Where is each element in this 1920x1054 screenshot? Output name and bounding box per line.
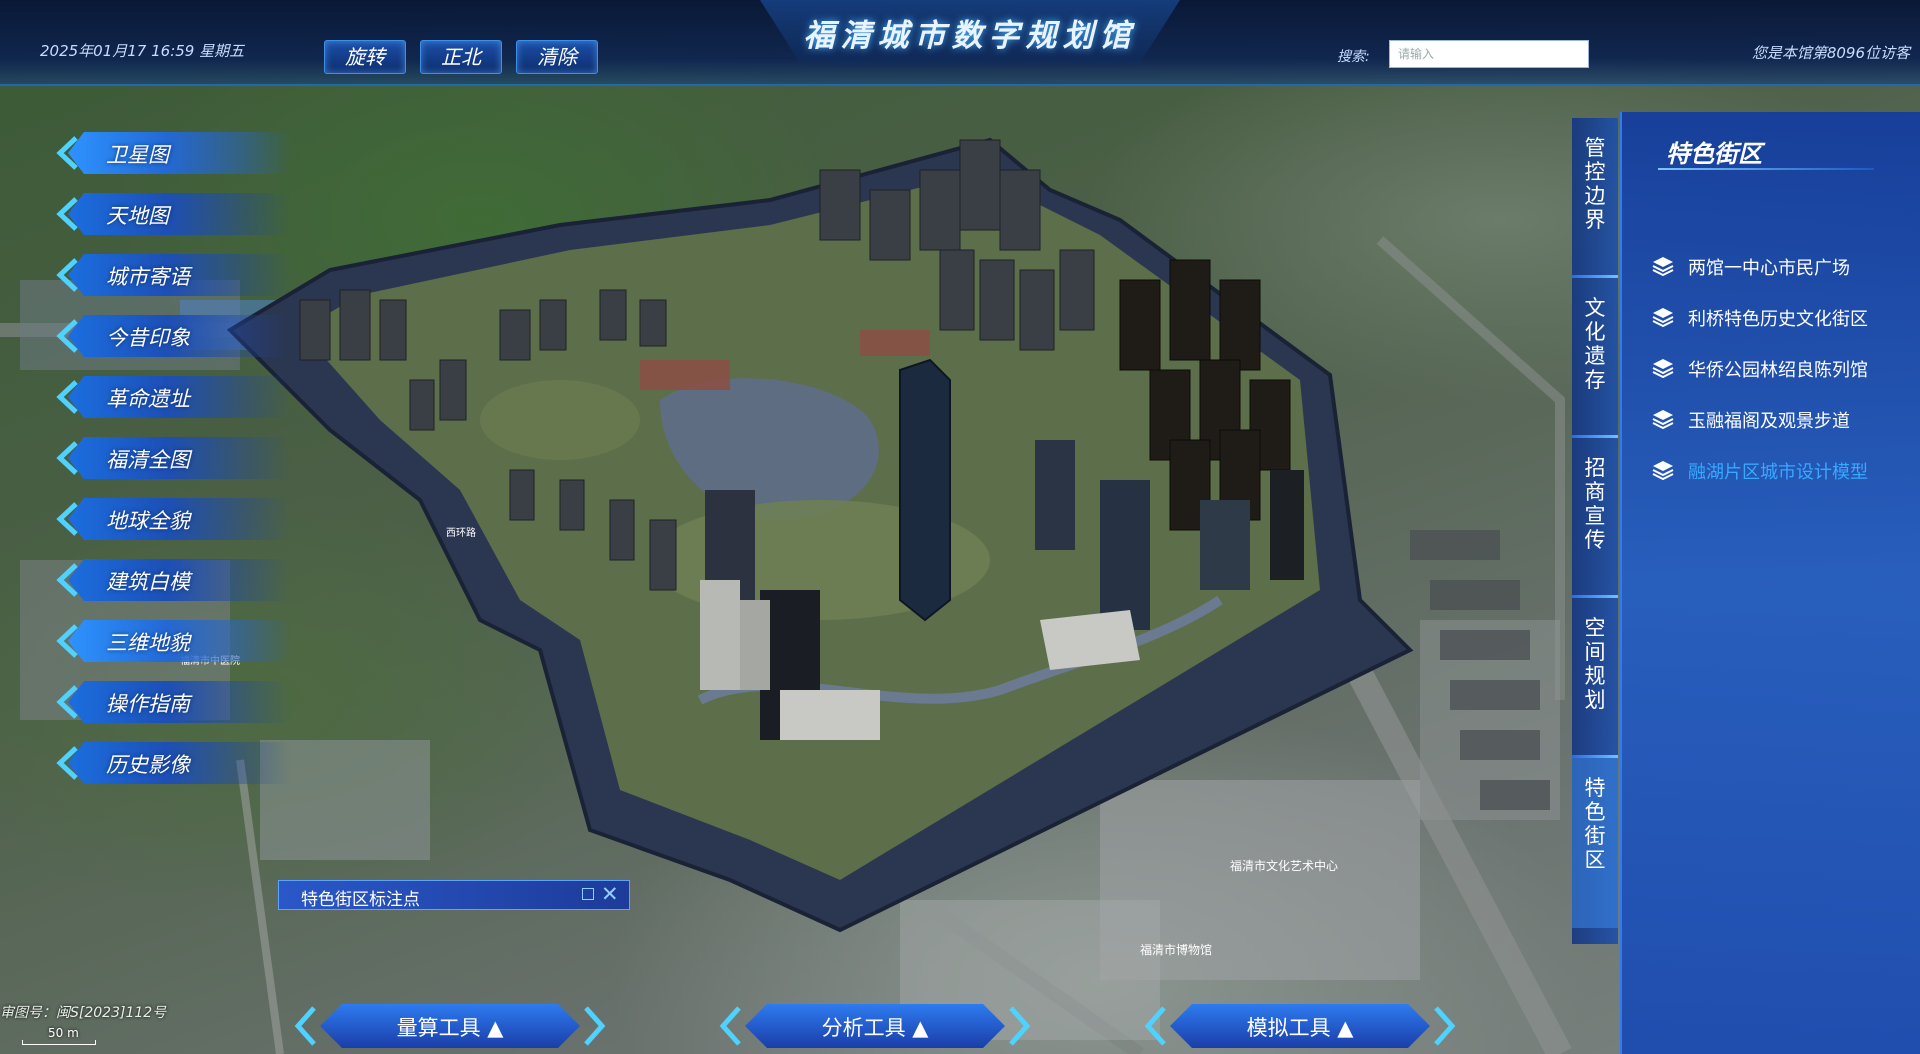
menu-item-history-images[interactable]: 历史影像 — [50, 740, 290, 786]
menu-item-label: 今昔印象 — [106, 326, 190, 350]
menu-item-label: 操作指南 — [106, 692, 190, 716]
menu-item-3d-terrain[interactable]: 三维地貌 — [50, 618, 290, 664]
chevron-left-icon — [56, 197, 78, 231]
rotate-button[interactable]: 旋转 — [324, 40, 406, 74]
chevron-left-icon — [56, 380, 78, 414]
chevron-left-icon — [56, 136, 78, 170]
search-input[interactable] — [1389, 40, 1589, 68]
tab-investment[interactable]: 招商宣传 — [1572, 438, 1618, 598]
layers-icon — [1652, 257, 1674, 276]
chevron-left-icon — [56, 685, 78, 719]
top-bar: 福清城市数字规划馆 2025年01月17 16:59 星期五 旋转 正北 清除 … — [0, 0, 1920, 86]
tab-label: 文化遗存 — [1584, 296, 1606, 392]
chevron-left-icon — [56, 563, 78, 597]
tab-control-boundary[interactable]: 管控边界 — [1572, 118, 1618, 278]
layers-icon — [1652, 410, 1674, 429]
map-review-number: 审图号：闽S[2023]112号 — [0, 1005, 167, 1021]
tab-featured-districts[interactable]: 特色街区 — [1572, 758, 1618, 928]
scale-label: 50 m — [48, 1026, 79, 1040]
chevron-left-icon — [56, 441, 78, 475]
menu-item-label: 建筑白模 — [106, 570, 190, 594]
menu-item-white-models[interactable]: 建筑白模 — [50, 557, 290, 603]
chevron-right-icon — [584, 1006, 606, 1046]
map-label-road: 西环路 — [446, 526, 476, 539]
district-item-label: 两馆一中心市民广场 — [1688, 258, 1850, 279]
tab-label: 空间规划 — [1584, 616, 1606, 712]
tool-label: 模拟工具 ▲ — [1246, 1016, 1354, 1040]
featured-districts-panel: 特色街区 两馆一中心市民广场 利桥特色历史文化街区 华侨公园林绍良陈列馆 玉融福… — [1620, 112, 1920, 1054]
chevron-left-icon — [1144, 1006, 1166, 1046]
menu-item-label: 地球全貌 — [106, 509, 190, 533]
map-label-culture-center: 福清市文化艺术中心 — [1230, 858, 1338, 873]
chevron-left-icon — [56, 746, 78, 780]
menu-item-label: 历史影像 — [106, 753, 190, 777]
tab-spatial-planning[interactable]: 空间规划 — [1572, 598, 1618, 758]
north-button[interactable]: 正北 — [420, 40, 502, 74]
menu-item-label: 城市寄语 — [106, 265, 190, 289]
district-item-label: 利桥特色历史文化街区 — [1688, 309, 1868, 330]
clear-button[interactable]: 清除 — [516, 40, 598, 74]
visitor-counter: 您是本馆第8096位访客 — [1751, 44, 1910, 62]
chevron-left-icon — [56, 258, 78, 292]
search-label: 搜索: — [1337, 49, 1370, 65]
map-label-museum: 福清市博物馆 — [1140, 942, 1212, 957]
datetime: 2025年01月17 16:59 星期五 — [40, 42, 245, 60]
chevron-left-icon — [294, 1006, 316, 1046]
panel-title: 特色街区 — [1666, 140, 1762, 168]
menu-item-label: 三维地貌 — [106, 631, 190, 655]
chevron-left-icon — [56, 624, 78, 658]
measure-tools-button[interactable]: 量算工具 ▲ — [290, 1000, 610, 1052]
layers-icon — [1652, 359, 1674, 378]
chevron-left-icon — [719, 1006, 741, 1046]
chevron-right-icon — [1434, 1006, 1456, 1046]
menu-item-satellite[interactable]: 卫星图 — [50, 130, 290, 176]
menu-item-label: 天地图 — [106, 204, 169, 228]
panel-title-underline — [1658, 168, 1874, 170]
menu-item-revolution-sites[interactable]: 革命遗址 — [50, 374, 290, 420]
menu-item-past-present[interactable]: 今昔印象 — [50, 313, 290, 359]
maximize-icon[interactable] — [582, 888, 594, 900]
menu-item-label: 卫星图 — [106, 143, 169, 167]
close-icon[interactable]: ✕ — [601, 882, 619, 906]
menu-item-guide[interactable]: 操作指南 — [50, 679, 290, 725]
chevron-left-icon — [56, 502, 78, 536]
menu-item-label: 福清全图 — [106, 448, 190, 472]
poi-label-box[interactable]: 特色街区标注点 ✕ — [278, 880, 630, 910]
tool-label: 分析工具 ▲ — [821, 1016, 929, 1040]
poi-box-title: 特色街区标注点 — [301, 890, 420, 910]
tool-label: 量算工具 ▲ — [396, 1016, 504, 1040]
menu-item-tianditu[interactable]: 天地图 — [50, 191, 290, 237]
menu-item-earth-view[interactable]: 地球全貌 — [50, 496, 290, 542]
analysis-tools-button[interactable]: 分析工具 ▲ — [715, 1000, 1035, 1052]
tab-cultural-heritage[interactable]: 文化遗存 — [1572, 278, 1618, 438]
vertical-tab-bar: 管控边界 文化遗存 招商宣传 空间规划 特色街区 — [1572, 118, 1618, 944]
tab-label: 招商宣传 — [1584, 456, 1606, 552]
menu-item-label: 革命遗址 — [106, 387, 190, 411]
chevron-right-icon — [1009, 1006, 1031, 1046]
map-scale-bar: 50 m — [22, 1026, 102, 1045]
simulation-tools-button[interactable]: 模拟工具 ▲ — [1140, 1000, 1460, 1052]
chevron-left-icon — [56, 319, 78, 353]
layers-icon — [1652, 461, 1674, 480]
district-item-label: 融湖片区城市设计模型 — [1688, 462, 1868, 483]
menu-item-city-message[interactable]: 城市寄语 — [50, 252, 290, 298]
layers-icon — [1652, 308, 1674, 327]
page-title: 福清城市数字规划馆 — [803, 18, 1137, 54]
tab-label: 管控边界 — [1584, 136, 1606, 232]
menu-item-fuqing-map[interactable]: 福清全图 — [50, 435, 290, 481]
tab-label: 特色街区 — [1584, 776, 1606, 872]
district-item-label: 玉融福阁及观景步道 — [1688, 411, 1850, 432]
district-item-label: 华侨公园林绍良陈列馆 — [1688, 360, 1868, 381]
